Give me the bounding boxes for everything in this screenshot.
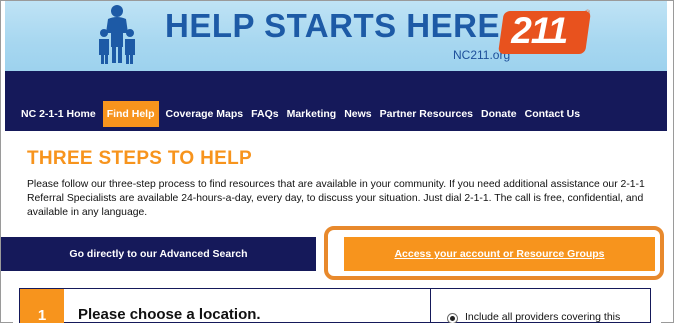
nav-item-marketing[interactable]: Marketing — [283, 101, 341, 127]
step-divider — [430, 289, 431, 323]
banner-title: HELP STARTS HERE. — [165, 7, 510, 44]
family-logo-icon — [99, 5, 135, 64]
nav-item-partner-resources[interactable]: Partner Resources — [376, 101, 477, 127]
nav-item-donate[interactable]: Donate — [477, 101, 521, 127]
advanced-search-button[interactable]: Go directly to our Advanced Search — [1, 237, 316, 271]
intro-text: Please follow our three-step process to … — [27, 179, 645, 218]
page-title: THREE STEPS TO HELP — [27, 148, 252, 169]
highlight-callout — [324, 226, 664, 280]
nav-item-find-help[interactable]: Find Help — [102, 101, 159, 127]
nav-item-coverage-maps[interactable]: Coverage Maps — [162, 101, 248, 127]
nav-item-contact-us[interactable]: Contact Us — [521, 101, 584, 127]
nav-item-news[interactable]: News — [340, 101, 375, 127]
main-nav: NC 2-1-1 Home Find Help Coverage Maps FA… — [13, 101, 656, 127]
nav-item-home[interactable]: NC 2-1-1 Home — [13, 101, 100, 127]
trademark-symbol: ® — [585, 10, 591, 17]
step-title: Please choose a location. — [78, 306, 261, 323]
nav-item-faqs[interactable]: FAQs — [247, 101, 282, 127]
step-number-badge: 1 — [20, 289, 64, 323]
include-providers-radio[interactable] — [447, 313, 458, 323]
badge-211-logo: 211 — [497, 10, 592, 54]
badge-211-text: 211 — [511, 10, 568, 51]
include-providers-label: Include all providers covering this — [465, 311, 621, 323]
